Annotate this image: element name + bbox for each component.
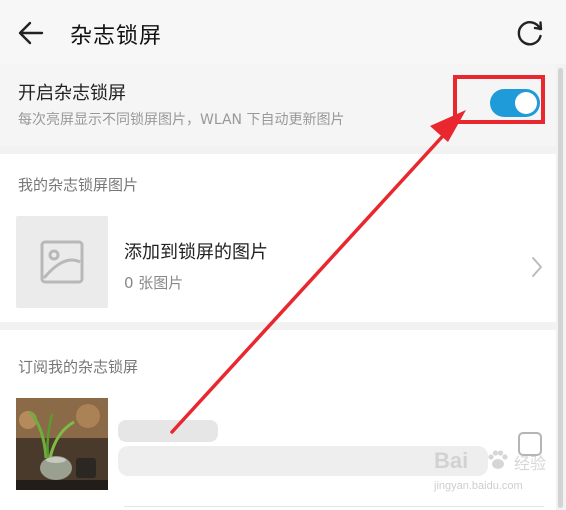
watermark-logo-text: Bai [434, 448, 469, 473]
toggle-title: 开启杂志锁屏 [18, 83, 126, 104]
page-title: 杂志锁屏 [70, 24, 163, 49]
image-placeholder-icon [40, 240, 84, 284]
paw-icon [488, 450, 508, 469]
annotation-highlight-box [453, 75, 545, 124]
magazine-thumbnail-art [16, 398, 108, 490]
scrollbar-thumb[interactable] [558, 68, 563, 508]
watermark-url: jingyan.baidu.com [434, 480, 523, 492]
image-count: 0 张图片 [124, 274, 184, 292]
top-app-bar: 杂志锁屏 [0, 0, 566, 64]
add-to-lockscreen-title: 添加到锁屏的图片 [124, 242, 268, 263]
row-divider [124, 506, 544, 507]
back-arrow-icon[interactable] [14, 16, 48, 50]
chevron-right-icon [532, 257, 542, 277]
toggle-subtitle: 每次亮屏显示不同锁屏图片，WLAN 下自动更新图片 [18, 112, 345, 128]
scrollbar[interactable] [556, 64, 566, 510]
watermark-brand: 经验 [514, 454, 547, 473]
add-to-lockscreen-item[interactable]: 添加到锁屏的图片 0 张图片 [0, 208, 556, 316]
blurred-item-description [118, 446, 488, 476]
blurred-item-title [118, 420, 218, 442]
magazine-thumbnail[interactable] [16, 398, 108, 490]
placeholder-thumbnail [16, 216, 108, 308]
section-label-subscriptions: 订阅我的杂志锁屏 [18, 358, 139, 376]
my-magazine-section: 我的杂志锁屏图片 添加到锁屏的图片 0 张图片 [0, 154, 556, 322]
refresh-icon[interactable] [514, 17, 546, 49]
baidu-jingyan-watermark: Bai 经验 jingyan.baidu.com [434, 448, 554, 504]
section-label-my-images: 我的杂志锁屏图片 [18, 176, 139, 194]
